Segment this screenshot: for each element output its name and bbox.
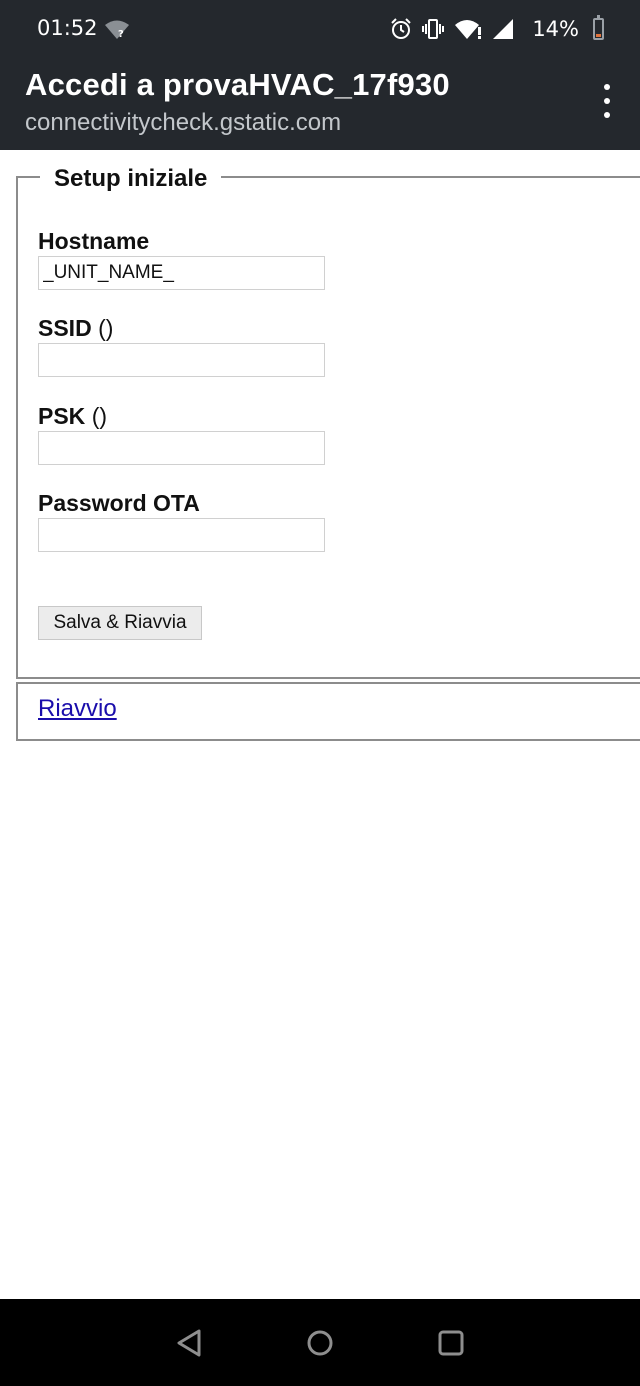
fieldset-legend: Setup iniziale xyxy=(40,165,222,193)
ssid-label: SSID () xyxy=(38,315,114,341)
ota-password-label: Password OTA xyxy=(38,490,200,516)
recents-icon[interactable] xyxy=(435,1327,467,1359)
more-vert-icon[interactable] xyxy=(600,84,614,118)
captive-portal-app-bar: Accedi a provaHVAC_17f930 connectivitych… xyxy=(0,58,640,150)
page-url: connectivitycheck.gstatic.com xyxy=(25,109,342,136)
alarm-icon xyxy=(391,18,412,39)
battery-percent: 14% xyxy=(532,17,579,41)
back-icon[interactable] xyxy=(173,1327,205,1359)
home-icon[interactable] xyxy=(304,1327,336,1359)
wifi-icon xyxy=(455,20,482,39)
vibrate-icon xyxy=(422,19,445,39)
page-title: Accedi a provaHVAC_17f930 xyxy=(25,67,450,102)
hostname-input[interactable] xyxy=(38,256,325,290)
status-time: 01:52 xyxy=(37,16,98,40)
hostname-label: Hostname xyxy=(38,228,150,254)
wifi-question-icon: ? xyxy=(105,20,129,40)
psk-input[interactable] xyxy=(38,431,325,465)
battery-icon xyxy=(593,15,604,40)
page-content: Setup iniziale Hostname SSID () PSK () P… xyxy=(0,150,640,1299)
reboot-box: Riavvio xyxy=(16,682,640,741)
ota-password-input[interactable] xyxy=(38,518,325,552)
setup-fieldset: Setup iniziale Hostname SSID () PSK () P… xyxy=(16,165,640,679)
reboot-link[interactable]: Riavvio xyxy=(38,695,117,723)
ssid-input[interactable] xyxy=(38,343,325,377)
battery-level-fill xyxy=(596,34,601,37)
signal-icon xyxy=(493,19,514,39)
navigation-bar xyxy=(0,1299,640,1386)
psk-label: PSK () xyxy=(38,403,108,429)
status-bar: 01:52 ? 14% xyxy=(0,0,640,58)
save-reboot-button[interactable]: Salva & Riavvia xyxy=(38,606,202,640)
svg-text:?: ? xyxy=(118,29,124,40)
